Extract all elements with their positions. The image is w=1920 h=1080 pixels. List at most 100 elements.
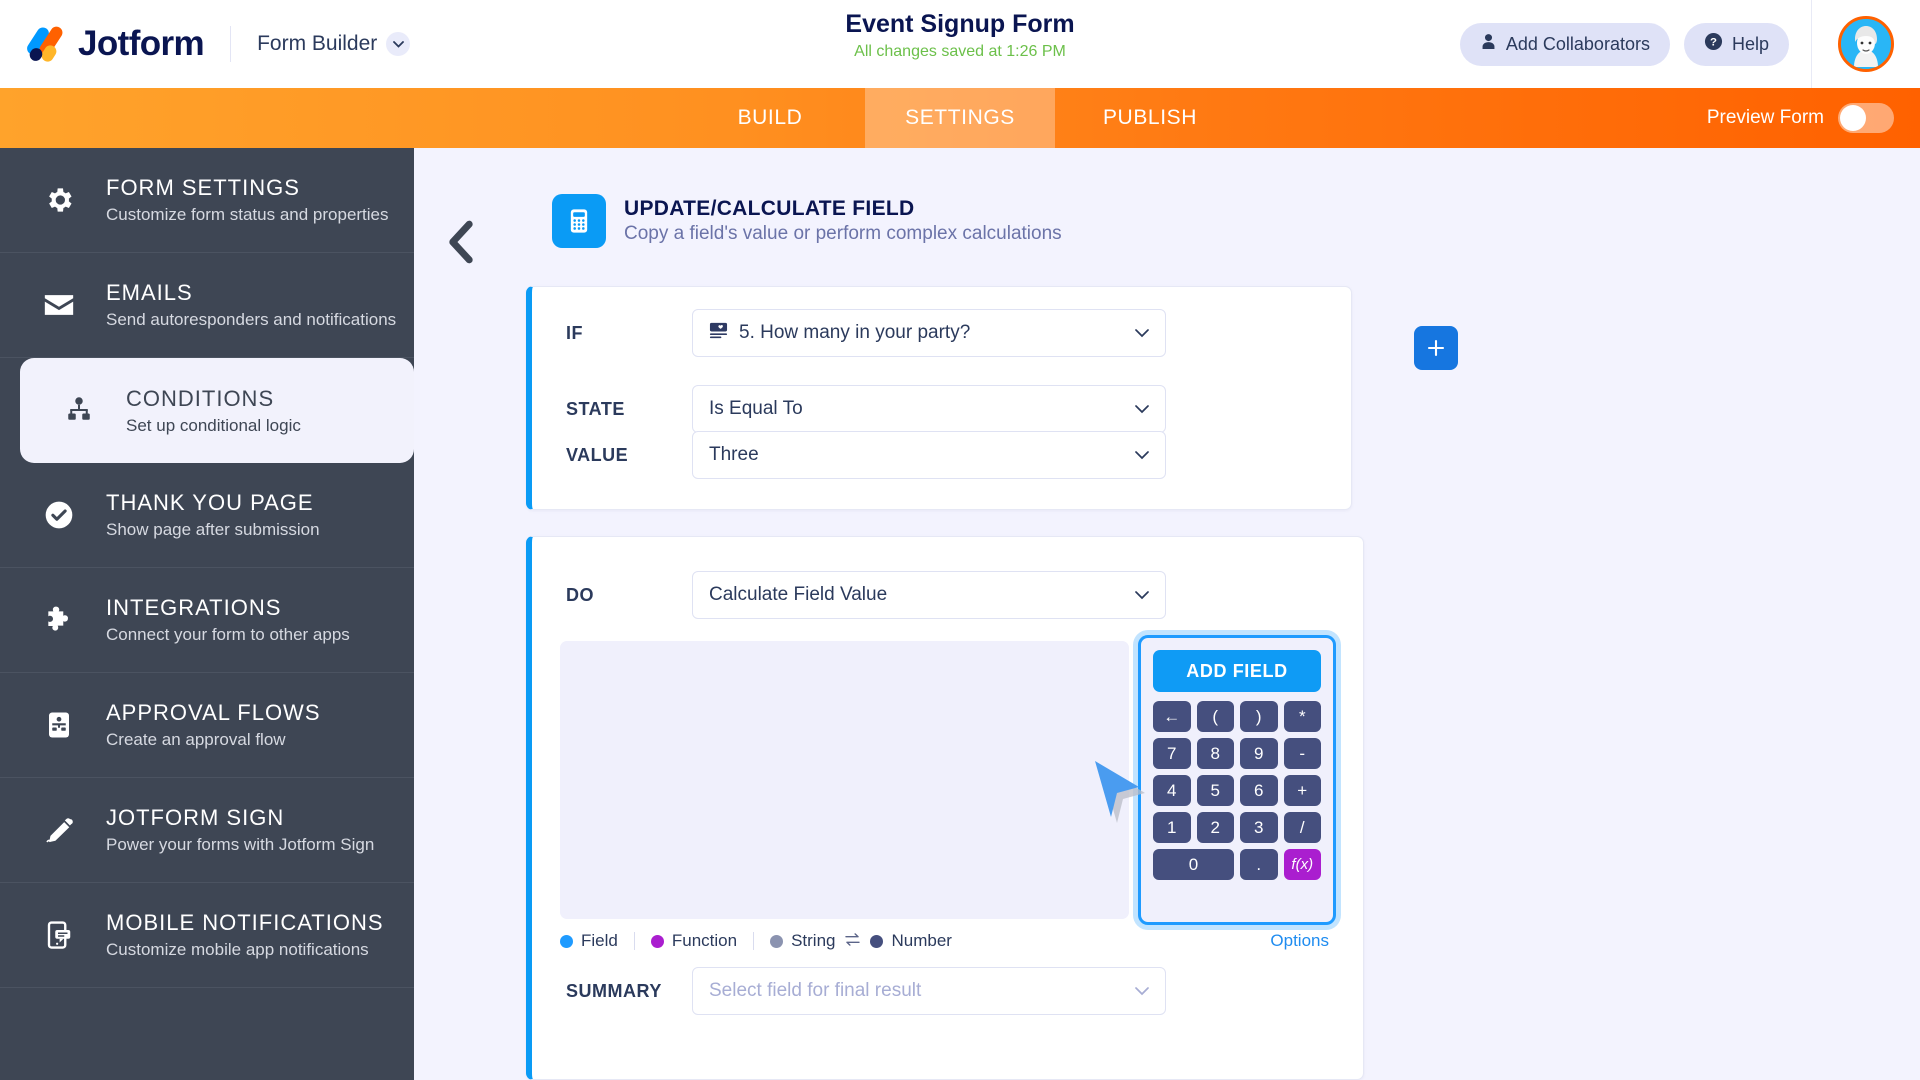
legend-item-number: Number bbox=[870, 931, 952, 951]
if-field-select[interactable]: 5. How many in your party? bbox=[692, 309, 1166, 357]
add-collaborators-label: Add Collaborators bbox=[1505, 33, 1650, 54]
settings-sidebar: FORM SETTINGS Customize form status and … bbox=[0, 148, 414, 1080]
legend-label: Number bbox=[891, 931, 952, 950]
tab-build[interactable]: BUILD bbox=[675, 88, 865, 148]
summary-select[interactable]: Select field for final result bbox=[692, 967, 1166, 1015]
key-open-paren[interactable]: ( bbox=[1196, 701, 1234, 732]
do-action-value: Calculate Field Value bbox=[709, 584, 888, 605]
legend-item-field: Field bbox=[560, 931, 618, 951]
add-condition-button[interactable] bbox=[1414, 326, 1458, 370]
if-label: IF bbox=[566, 322, 583, 343]
tab-settings[interactable]: SETTINGS bbox=[865, 88, 1055, 148]
legend-label: Function bbox=[671, 931, 738, 950]
sidebar-item-integrations[interactable]: INTEGRATIONS Connect your form to other … bbox=[0, 568, 414, 673]
key-5[interactable]: 5 bbox=[1196, 775, 1234, 806]
chevron-left-icon[interactable] bbox=[444, 220, 478, 269]
tab-publish[interactable]: PUBLISH bbox=[1055, 88, 1245, 148]
chevron-down-icon[interactable] bbox=[1135, 404, 1149, 414]
key-7[interactable]: 7 bbox=[1153, 738, 1191, 769]
key-multiply[interactable]: * bbox=[1283, 701, 1321, 732]
legend-dot-number bbox=[870, 934, 884, 948]
sidebar-item-approval-flows[interactable]: APPROVAL FLOWS Create an approval flow bbox=[0, 673, 414, 778]
sidebar-item-sublabel: Create an approval flow bbox=[106, 730, 286, 749]
key-plus[interactable]: + bbox=[1283, 775, 1321, 806]
toggle-knob bbox=[1840, 105, 1866, 131]
sidebar-item-label: INTEGRATIONS bbox=[106, 595, 282, 620]
sitemap-icon bbox=[58, 396, 100, 426]
help-label: Help bbox=[1731, 33, 1769, 54]
help-button[interactable]: ? Help bbox=[1683, 22, 1789, 66]
preview-form-control: Preview Form bbox=[1707, 88, 1894, 148]
avatar[interactable] bbox=[1838, 16, 1894, 72]
options-link[interactable]: Options bbox=[1270, 931, 1329, 951]
check-circle-icon bbox=[38, 499, 80, 531]
header-actions: Add Collaborators ? Help bbox=[1459, 0, 1920, 88]
summary-row: SUMMARY Select field for final result bbox=[532, 967, 1363, 1015]
key-1[interactable]: 1 bbox=[1153, 812, 1191, 843]
gear-icon bbox=[38, 184, 80, 216]
preview-form-toggle[interactable] bbox=[1838, 103, 1894, 133]
key-close-paren[interactable]: ) bbox=[1240, 701, 1278, 732]
summary-label: SUMMARY bbox=[566, 980, 662, 1001]
brand-name[interactable]: Jotform bbox=[78, 24, 205, 64]
key-3[interactable]: 3 bbox=[1240, 812, 1278, 843]
key-2[interactable]: 2 bbox=[1196, 812, 1234, 843]
chevron-down-icon[interactable] bbox=[1135, 450, 1149, 460]
sidebar-item-sublabel: Customize form status and properties bbox=[106, 205, 389, 224]
panel-subtitle: Copy a field's value or perform complex … bbox=[624, 223, 1062, 244]
key-divide[interactable]: / bbox=[1283, 812, 1321, 843]
swap-arrows-icon[interactable] bbox=[844, 931, 861, 951]
pen-icon bbox=[38, 814, 80, 846]
chevron-down-icon[interactable] bbox=[386, 32, 411, 56]
add-collaborators-button[interactable]: Add Collaborators bbox=[1459, 22, 1670, 66]
state-row: STATE Is Equal To bbox=[532, 385, 1351, 433]
legend-divider bbox=[633, 932, 635, 950]
form-builder-dropdown[interactable]: Form Builder bbox=[257, 32, 411, 56]
question-circle-icon: ? bbox=[1704, 32, 1723, 56]
sidebar-item-form-settings[interactable]: FORM SETTINGS Customize form status and … bbox=[0, 148, 414, 253]
chevron-down-icon[interactable] bbox=[1135, 328, 1149, 338]
do-label: DO bbox=[566, 584, 594, 605]
person-icon bbox=[1480, 33, 1497, 55]
sidebar-item-emails[interactable]: EMAILS Send autoresponders and notificat… bbox=[0, 253, 414, 358]
add-field-button[interactable]: ADD FIELD bbox=[1153, 650, 1321, 692]
sidebar-item-thank-you-page[interactable]: THANK YOU PAGE Show page after submissio… bbox=[0, 463, 414, 568]
expression-editor[interactable] bbox=[560, 641, 1129, 919]
summary-placeholder: Select field for final result bbox=[709, 980, 922, 1001]
sidebar-item-sublabel: Customize mobile app notifications bbox=[106, 940, 369, 959]
calculator-icon bbox=[552, 194, 606, 248]
condition-card: IF 5. How many in your party? STATE Is E… bbox=[526, 286, 1352, 510]
legend-item-function: Function bbox=[650, 931, 738, 951]
do-action-select[interactable]: Calculate Field Value bbox=[692, 571, 1166, 619]
sidebar-item-label: APPROVAL FLOWS bbox=[106, 700, 321, 725]
chevron-down-icon[interactable] bbox=[1135, 986, 1149, 996]
key-4[interactable]: 4 bbox=[1153, 775, 1191, 806]
sidebar-item-mobile-notifications[interactable]: MOBILE NOTIFICATIONS Customize mobile ap… bbox=[0, 883, 414, 988]
key-minus[interactable]: - bbox=[1283, 738, 1321, 769]
chevron-down-icon[interactable] bbox=[1135, 590, 1149, 600]
panel-header: UPDATE/CALCULATE FIELD Copy a field's va… bbox=[552, 194, 1062, 248]
sidebar-item-conditions[interactable]: CONDITIONS Set up conditional logic bbox=[20, 358, 414, 463]
form-builder-label: Form Builder bbox=[257, 32, 378, 55]
value-select[interactable]: Three bbox=[692, 431, 1166, 479]
key-9[interactable]: 9 bbox=[1240, 738, 1278, 769]
approval-flow-icon bbox=[38, 710, 80, 740]
state-select[interactable]: Is Equal To bbox=[692, 385, 1166, 433]
action-card: DO Calculate Field Value ADD FIELD ← ( )… bbox=[526, 536, 1364, 1080]
if-field-value: 5. How many in your party? bbox=[739, 322, 971, 343]
sidebar-item-jotform-sign[interactable]: JOTFORM SIGN Power your forms with Jotfo… bbox=[0, 778, 414, 883]
expression-legend: Field Function String Number bbox=[560, 931, 952, 951]
preview-form-label: Preview Form bbox=[1706, 107, 1824, 128]
sidebar-item-sublabel: Connect your form to other apps bbox=[106, 625, 350, 644]
jotform-logo-icon[interactable] bbox=[24, 23, 68, 65]
key-decimal[interactable]: . bbox=[1240, 849, 1278, 880]
key-function[interactable]: f(x) bbox=[1283, 849, 1321, 880]
envelope-icon bbox=[38, 288, 80, 322]
key-0[interactable]: 0 bbox=[1153, 849, 1234, 880]
legend-label: String bbox=[791, 931, 836, 950]
key-8[interactable]: 8 bbox=[1196, 738, 1234, 769]
key-backspace[interactable]: ← bbox=[1153, 701, 1191, 732]
key-6[interactable]: 6 bbox=[1240, 775, 1278, 806]
sidebar-item-sublabel: Show page after submission bbox=[106, 520, 320, 539]
legend-divider bbox=[753, 932, 755, 950]
